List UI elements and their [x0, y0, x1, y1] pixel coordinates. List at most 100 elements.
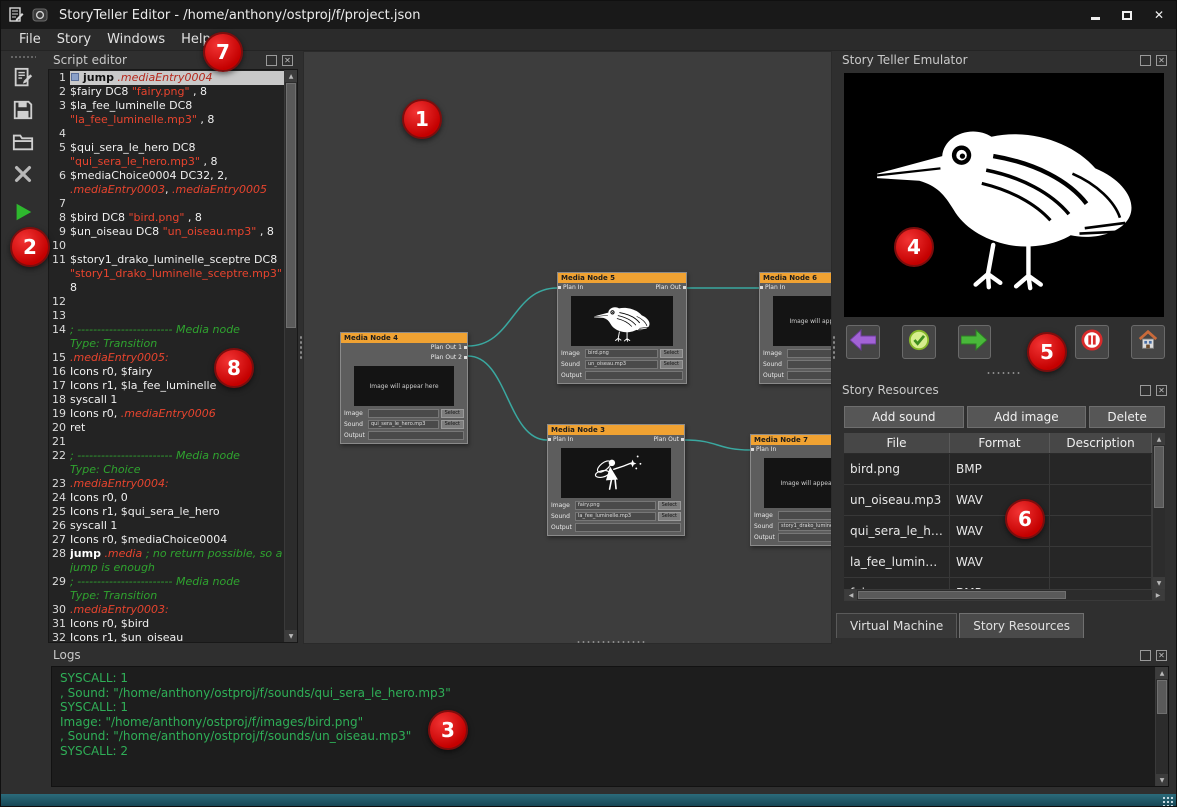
code-line[interactable]: 25Icons r1, $qui_sera_le_hero: [49, 505, 284, 519]
emulator-home-button[interactable]: [1131, 325, 1165, 359]
scrollbar-thumb[interactable]: [286, 83, 296, 328]
code-line[interactable]: jump is enough: [49, 561, 284, 575]
code-line[interactable]: 14; ------------------------ Media node: [49, 323, 284, 337]
input-port[interactable]: Plan In: [563, 283, 583, 293]
node-field-value[interactable]: [368, 409, 439, 418]
code-line[interactable]: Type: Transition: [49, 337, 284, 351]
emulator-back-button[interactable]: [846, 325, 880, 359]
scroll-up-icon[interactable]: ▲: [1156, 667, 1168, 679]
output-port[interactable]: Plan Out 2: [431, 353, 462, 363]
input-port[interactable]: Plan In: [553, 435, 573, 445]
code-line[interactable]: 29; ------------------------ Media node: [49, 575, 284, 589]
node-select-button[interactable]: Select: [441, 409, 464, 418]
node-field-value[interactable]: bird.png: [585, 349, 658, 358]
scroll-right-icon[interactable]: ▶: [1152, 590, 1164, 600]
delete-button[interactable]: Delete: [1089, 406, 1165, 428]
code-line[interactable]: 8$bird DC8 "bird.png" , 8: [49, 211, 284, 225]
column-header-file[interactable]: File: [844, 433, 950, 453]
table-row[interactable]: bird.pngBMP: [844, 454, 1152, 485]
splitter-handle[interactable]: [832, 335, 836, 359]
add-sound-button[interactable]: Add sound: [844, 406, 964, 428]
table-scrollbar[interactable]: ▲ ▼: [1152, 433, 1165, 589]
column-header-format[interactable]: Format: [950, 433, 1050, 453]
run-button[interactable]: [9, 200, 37, 228]
dock-float-icon[interactable]: [1140, 385, 1151, 396]
code-line[interactable]: 21: [49, 435, 284, 449]
code-line[interactable]: 31Icons r0, $bird: [49, 617, 284, 631]
logs-content[interactable]: SYSCALL: 1, Sound: "/home/anthony/ostpro…: [51, 666, 1169, 787]
node-field-value[interactable]: [585, 371, 683, 380]
dock-float-icon[interactable]: [266, 55, 277, 66]
code-line[interactable]: "story1_drako_luminelle_sceptre.mp3" ,: [49, 267, 284, 281]
node-field-value[interactable]: [368, 431, 464, 440]
close-button[interactable]: ✕: [1150, 7, 1168, 23]
node-field-value[interactable]: [778, 511, 832, 520]
script-code[interactable]: 1jump .mediaEntry00042$fairy DC8 "fairy.…: [49, 71, 284, 642]
node-field-value[interactable]: [778, 533, 832, 542]
scrollbar-thumb[interactable]: [1154, 446, 1164, 508]
node-select-button[interactable]: Select: [660, 349, 683, 358]
open-button[interactable]: [9, 130, 37, 158]
code-line[interactable]: 28jump .media ; no return possible, so a: [49, 547, 284, 561]
code-line[interactable]: 32Icons r1, $un_oiseau: [49, 631, 284, 642]
scroll-up-icon[interactable]: ▲: [285, 70, 297, 82]
code-line[interactable]: 13: [49, 309, 284, 323]
code-line[interactable]: 15.mediaEntry0005:: [49, 351, 284, 365]
minimize-button[interactable]: [1086, 7, 1104, 23]
scroll-down-icon[interactable]: ▼: [1156, 774, 1168, 786]
code-line[interactable]: 24Icons r0, 0: [49, 491, 284, 505]
scrollbar-thumb[interactable]: [1157, 680, 1167, 714]
dock-close-icon[interactable]: ✕: [1156, 385, 1167, 396]
table-row[interactable]: fairy.pngBMP: [844, 578, 1152, 589]
code-line[interactable]: 19Icons r0, .mediaEntry0006: [49, 407, 284, 421]
menu-story[interactable]: Story: [49, 30, 99, 49]
code-line[interactable]: 7: [49, 197, 284, 211]
script-editor[interactable]: 1jump .mediaEntry00042$fairy DC8 "fairy.…: [48, 69, 298, 643]
node-field-value[interactable]: [575, 523, 681, 532]
code-line[interactable]: 30.mediaEntry0003:: [49, 603, 284, 617]
code-line[interactable]: 16Icons r0, $fairy: [49, 365, 284, 379]
node-title-bar[interactable]: Media Node 6: [760, 273, 832, 283]
scroll-down-icon[interactable]: ▼: [1153, 577, 1165, 589]
table-horizontal-scrollbar[interactable]: ◀ ▶: [844, 589, 1165, 601]
close-project-button[interactable]: [9, 162, 37, 190]
add-image-button[interactable]: Add image: [967, 406, 1087, 428]
node-title-bar[interactable]: Media Node 5: [558, 273, 686, 283]
dock-close-icon[interactable]: ✕: [1156, 55, 1167, 66]
new-script-button[interactable]: [9, 66, 37, 94]
save-button[interactable]: [9, 98, 37, 126]
node-field-value[interactable]: [787, 371, 832, 380]
node-title-bar[interactable]: Media Node 4: [341, 333, 467, 343]
table-row[interactable]: qui_sera_le_hero.mp3WAV: [844, 516, 1152, 547]
code-line[interactable]: 17Icons r1, $la_fee_luminelle: [49, 379, 284, 393]
code-line[interactable]: 9$un_oiseau DC8 "un_oiseau.mp3" , 8: [49, 225, 284, 239]
splitter-handle[interactable]: [986, 371, 1022, 375]
emulator-ok-button[interactable]: [902, 325, 936, 359]
code-line[interactable]: 22; ------------------------ Media node: [49, 449, 284, 463]
code-line[interactable]: 20ret: [49, 421, 284, 435]
code-line[interactable]: 10: [49, 239, 284, 253]
node-title-bar[interactable]: Media Node 7: [751, 435, 832, 445]
emulator-pause-button[interactable]: [1075, 325, 1109, 359]
code-line[interactable]: .mediaEntry0003, .mediaEntry0005: [49, 183, 284, 197]
output-port[interactable]: Plan Out: [655, 283, 681, 293]
code-line[interactable]: 2$fairy DC8 "fairy.png" , 8: [49, 85, 284, 99]
media-node[interactable]: Media Node 3Plan InPlan OutImagefairy.pn…: [547, 424, 685, 536]
column-header-description[interactable]: Description: [1050, 433, 1152, 453]
node-title-bar[interactable]: Media Node 3: [548, 425, 684, 435]
node-field-value[interactable]: un_oiseau.mp3: [585, 360, 658, 369]
resize-grip-icon[interactable]: [1162, 796, 1173, 806]
code-line[interactable]: 11$story1_drako_luminelle_sceptre DC8: [49, 253, 284, 267]
splitter-handle[interactable]: [299, 335, 303, 359]
code-line[interactable]: Type: Choice: [49, 463, 284, 477]
toolbar-grip[interactable]: [10, 55, 36, 60]
table-row[interactable]: la_fee_luminelle.mp3WAV: [844, 547, 1152, 578]
logs-scrollbar[interactable]: ▲ ▼: [1155, 667, 1168, 786]
node-select-button[interactable]: Select: [660, 360, 683, 369]
scroll-up-icon[interactable]: ▲: [1153, 433, 1165, 445]
table-row[interactable]: un_oiseau.mp3WAV: [844, 485, 1152, 516]
code-line[interactable]: 8: [49, 281, 284, 295]
scrollbar-thumb[interactable]: [858, 591, 1066, 599]
media-node[interactable]: Media Node 6Plan InImage will appear her…: [759, 272, 832, 384]
code-line[interactable]: 1jump .mediaEntry0004: [49, 71, 284, 85]
